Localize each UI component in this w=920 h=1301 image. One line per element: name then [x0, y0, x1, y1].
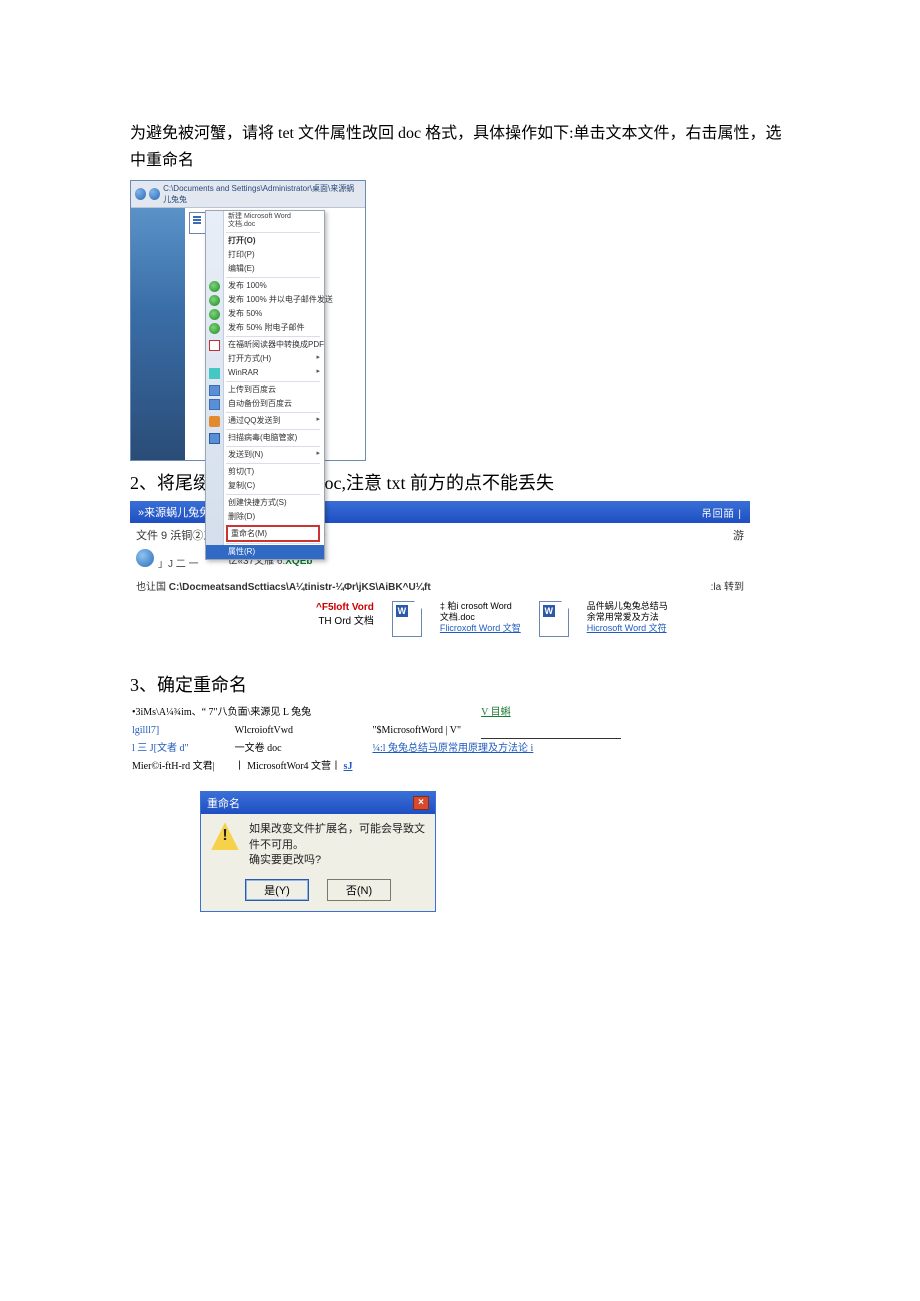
file2-line2: 文档.doc	[440, 612, 521, 623]
close-icon[interactable]: ×	[413, 796, 429, 810]
share-icon	[209, 323, 220, 334]
word-doc-icon[interactable]	[392, 601, 422, 637]
qq-icon	[209, 416, 220, 427]
file-pane: 新建 Microsoft Word 文档.doc 打开(O) 打印(P) 编辑(…	[185, 208, 365, 460]
ocr-text-block: •3iMs\A¼¾im、“ 7"八负面\来源见 L 兔兔 V 目蝌 lgilll…	[130, 703, 623, 777]
rename-dialog: 重命名 × 如果改变文件扩展名，可能会导致文件不可用。 确实要更改吗? 是(Y)…	[200, 791, 436, 911]
menu-cut[interactable]: 剪切(T)	[206, 465, 324, 479]
cloud-icon	[209, 399, 220, 410]
winrar-icon	[209, 368, 220, 379]
menu-properties[interactable]: 属性(R)	[206, 545, 324, 559]
menu-open-with[interactable]: 打开方式(H)	[206, 352, 324, 366]
address-row: 也让国 C:\DocmeatsandScttiacs\A¼tinistr-¼Φr…	[130, 576, 750, 597]
link-sj[interactable]: sJ	[344, 761, 353, 772]
file3-line3[interactable]: Hicrosoft Word 文符	[587, 623, 668, 634]
menu-qq-send[interactable]: 通过QQ发送到	[206, 414, 324, 428]
menu-share-50[interactable]: 发布 50%	[206, 307, 324, 321]
file1-line2: TH Ord 文档	[316, 615, 374, 629]
address-bar: C:\Documents and Settings\Administrator\…	[131, 181, 365, 208]
file-list: ^F5Ioft Vord TH Ord 文档 ‡ 粕i crosoft Word…	[130, 597, 750, 645]
menu-auto-backup[interactable]: 自动备份到百度云	[206, 397, 324, 411]
sidebar-panel	[131, 208, 185, 460]
back-icon[interactable]	[136, 549, 154, 567]
cloud-icon	[209, 385, 220, 396]
file3-line1: 品件蜗儿兔兔总结马	[587, 601, 668, 612]
share-icon	[209, 281, 220, 292]
address-path: C:\Documents and Settings\Administrator\…	[163, 183, 361, 205]
menu-virus-scan[interactable]: 扫描病毒(电脑管家)	[206, 431, 324, 445]
dialog-titlebar: 重命名 ×	[201, 792, 435, 814]
file-label: 新建 Microsoft Word 文档.doc	[228, 213, 320, 228]
nav-back-icon[interactable]	[135, 188, 146, 200]
go-button[interactable]: :la 转到	[711, 578, 744, 593]
share-icon	[209, 309, 220, 320]
address-path[interactable]: C:\DocmeatsandScttiacs\A¼tinistr-¼Φr\jKS…	[169, 582, 431, 593]
link-v[interactable]: V 目蝌	[481, 707, 511, 718]
menu-copy[interactable]: 复制(C)	[206, 479, 324, 493]
menu-shortcut[interactable]: 创建快捷方式(S)	[206, 496, 324, 510]
link-method[interactable]: ¼:l 兔兔总结马原常用原理及方法论 i	[372, 743, 533, 754]
menu-send-to[interactable]: 发送到(N)	[206, 448, 324, 462]
menu-upload-baidu[interactable]: 上传到百度云	[206, 383, 324, 397]
file2-line3[interactable]: Flicroxoft Word 文智	[440, 623, 521, 634]
menu-open[interactable]: 打开(O)	[206, 234, 324, 248]
menu-winrar[interactable]: WinRAR	[206, 366, 324, 380]
scan-icon	[209, 433, 220, 444]
word-doc-icon[interactable]	[539, 601, 569, 637]
menu-edit[interactable]: 编辑(E)	[206, 262, 324, 276]
pdf-icon	[209, 340, 220, 351]
step3-heading: 3、确定重命名	[130, 671, 790, 697]
window-controls[interactable]: 吊回皕 |	[702, 505, 742, 520]
share-icon	[209, 295, 220, 306]
yes-button[interactable]: 是(Y)	[245, 879, 309, 901]
dialog-message: 如果改变文件扩展名，可能会导致文件不可用。 确实要更改吗?	[249, 822, 425, 868]
menu-share-100-mail[interactable]: 发布 100% 并以电子邮件发送	[206, 293, 324, 307]
warning-icon	[211, 822, 239, 850]
menu-share-50-att[interactable]: 发布 50% 附电子邮件	[206, 321, 324, 335]
file3-line2: 余常用常爱及方法	[587, 612, 668, 623]
dialog-title: 重命名	[207, 795, 240, 811]
file2-line1: ‡ 粕i crosoft Word	[440, 601, 521, 612]
menu-foxit-pdf[interactable]: 在福昕阅读器中转换成PDF	[206, 338, 324, 352]
no-button[interactable]: 否(N)	[327, 879, 391, 901]
screenshot-context-menu: C:\Documents and Settings\Administrator\…	[130, 180, 366, 461]
window-title: »来源蜗儿兔兔	[138, 504, 210, 520]
address-label: 也让国	[136, 582, 166, 593]
menu-rename-highlighted[interactable]: 重命名(M)	[226, 525, 320, 542]
nav-fwd-icon[interactable]	[149, 188, 160, 200]
menu-delete[interactable]: 删除(D)	[206, 510, 324, 524]
menu-print[interactable]: 打印(P)	[206, 248, 324, 262]
context-menu: 新建 Microsoft Word 文档.doc 打开(O) 打印(P) 编辑(…	[205, 210, 325, 559]
menu-share-100[interactable]: 发布 100%	[206, 279, 324, 293]
file1-line1: ^F5Ioft Vord	[316, 601, 374, 615]
intro-paragraph: 为避免被河蟹，请将 tet 文件属性改回 doc 格式，具体操作如下:单击文本文…	[130, 120, 790, 174]
